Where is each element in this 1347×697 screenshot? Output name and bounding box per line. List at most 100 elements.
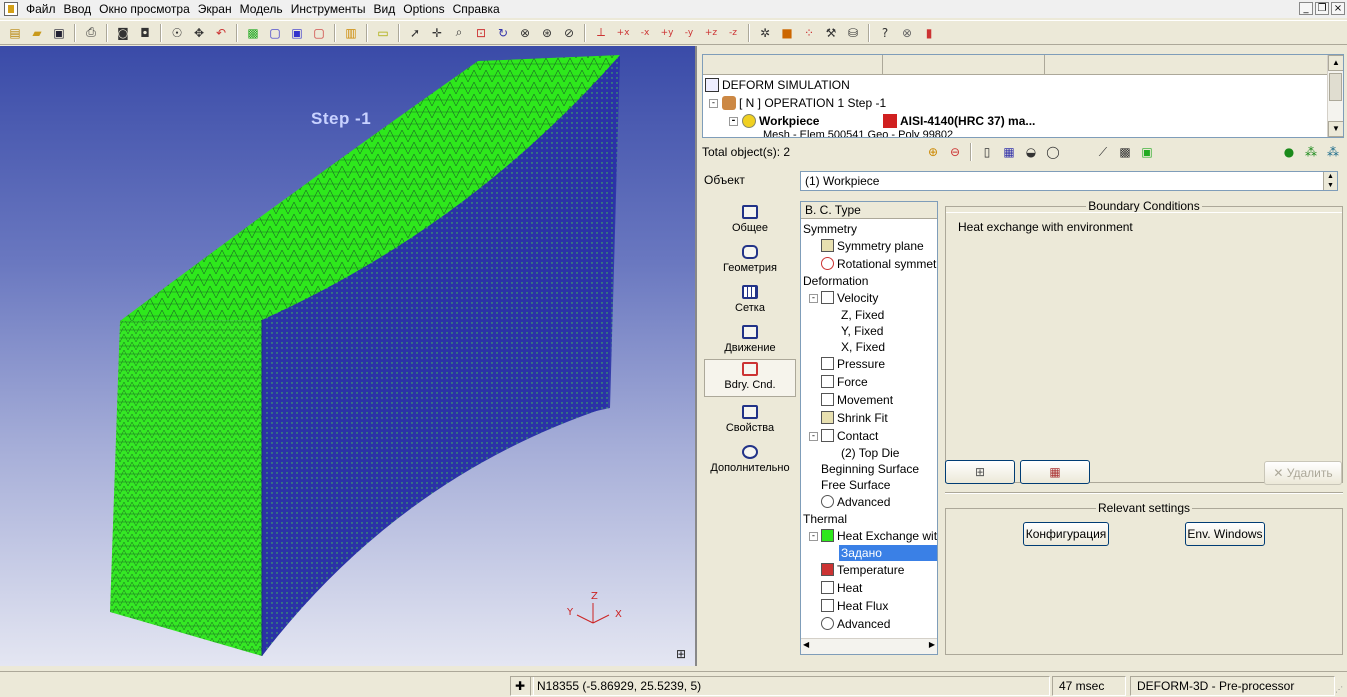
object-select[interactable]: (1) Workpiece ▲ ▼ [800,171,1338,191]
menu-help[interactable]: Справка [449,0,504,18]
bc-symmetry[interactable]: Symmetry [803,221,857,237]
view-plus-y-icon[interactable]: +y [657,23,677,43]
color-icon[interactable]: ■ [777,23,797,43]
view-mesh-icon[interactable]: ▦ [999,142,1019,162]
menu-viewport[interactable]: Окно просмотра [95,0,194,18]
nav-general[interactable]: Общее [704,203,796,241]
settings-icon[interactable]: ✲ [755,23,775,43]
bc-top-die[interactable]: (2) Top Die [841,445,899,461]
add-bc-button[interactable]: ⊞ [945,460,1015,484]
measure-tool-icon[interactable]: ⟋ [1093,142,1113,162]
save-icon[interactable]: ▣ [49,23,69,43]
tree-mesh[interactable]: Mesh - Elem 500541 Geo - Poly 99802 [763,130,953,137]
database-icon[interactable]: ⛁ [843,23,863,43]
check-icon[interactable]: ▣ [1137,142,1157,162]
edit-bc-button[interactable]: ▦ [1020,460,1090,484]
bc-heat-exchange[interactable]: Heat Exchange with [821,528,937,544]
scroll-down-icon[interactable]: ▼ [1328,121,1343,137]
bc-symmetry-plane[interactable]: Symmetry plane [821,238,924,254]
bc-pressure[interactable]: Pressure [821,356,885,372]
new-icon[interactable]: ▤ [5,23,25,43]
tree-operation[interactable]: - [ N ] OPERATION 1 Step -1 [709,95,886,111]
bc-heat[interactable]: Heat [821,580,862,596]
shade-red-icon[interactable]: ▢ [309,23,329,43]
bc-type-tree[interactable]: B. C. Type Symmetry Symmetry plane Rotat… [800,201,938,655]
bc-z-fixed[interactable]: Z, Fixed [841,307,884,323]
collapse-icon[interactable]: - [809,294,818,303]
spin-icon[interactable]: ▲ ▼ [1323,172,1337,190]
scroll-right-icon[interactable]: ▶ [929,640,935,649]
view-plus-z-icon[interactable]: +z [701,23,721,43]
fit-icon[interactable]: ✥ [189,23,209,43]
tree-root[interactable]: DEFORM SIMULATION [705,77,850,93]
delete-object-icon[interactable]: ⊖ [945,142,965,162]
bc-shrink-fit[interactable]: Shrink Fit [821,410,888,426]
shade-blue-icon[interactable]: ▢ [265,23,285,43]
3d-viewport[interactable]: Step -1 Z Y X ⊞ [0,46,697,666]
menu-tools[interactable]: Инструменты [287,0,370,18]
nav-movement[interactable]: Движение [704,323,796,361]
resize-corner-icon[interactable]: ⊞ [676,647,688,661]
bc-x-fixed[interactable]: X, Fixed [841,339,885,355]
view-object-icon[interactable]: ▯ [977,142,997,162]
restore-icon[interactable]: ❐ [1315,2,1329,15]
print-icon[interactable]: ⎙ [81,23,101,43]
snapshot-icon[interactable]: ◘ [135,23,155,43]
bc-beginning-surface[interactable]: Beginning Surface [821,461,919,477]
bc-thermal[interactable]: Thermal [803,511,847,527]
bc-velocity[interactable]: Velocity [821,290,878,306]
add-object-icon[interactable]: ⊕ [923,142,943,162]
pan-icon[interactable]: ✛ [427,23,447,43]
collapse-icon[interactable]: - [729,116,738,126]
rotate-icon[interactable]: ↻ [493,23,513,43]
collapse-icon[interactable]: - [709,98,718,108]
measure-icon[interactable]: ⁘ [799,23,819,43]
view-outline-icon[interactable]: ◯ [1043,142,1063,162]
rotate-z-icon[interactable]: ⊘ [559,23,579,43]
menu-view[interactable]: Вид [370,0,400,18]
bc-advanced-thermal[interactable]: Advanced [821,616,890,632]
menu-options[interactable]: Options [399,0,448,18]
nav-mesh[interactable]: Сетка [704,283,796,321]
bc-contact[interactable]: Contact [821,428,878,444]
menu-file[interactable]: Файл [22,0,60,18]
app-icon[interactable] [4,2,18,16]
resize-grip-icon[interactable]: ⋰ [1335,685,1345,695]
bc-temperature[interactable]: Temperature [821,562,904,578]
close-icon[interactable]: × [1331,2,1345,15]
view-minus-y-icon[interactable]: -y [679,23,699,43]
grid-icon[interactable]: ▩ [1115,142,1135,162]
menu-display[interactable]: Экран [194,0,236,18]
zoom-box-icon[interactable]: ⊡ [471,23,491,43]
select-icon[interactable]: ➚ [405,23,425,43]
object-icon[interactable]: ▥ [341,23,361,43]
help-icon[interactable]: ? [875,23,895,43]
undo-icon[interactable]: ↶ [211,23,231,43]
simulation-tree[interactable]: DEFORM SIMULATION - [ N ] OPERATION 1 St… [702,54,1344,138]
collapse-icon[interactable]: - [809,532,818,541]
delete-button[interactable]: ✕ Удалить [1264,461,1342,485]
scroll-left-icon[interactable]: ◀ [803,640,809,649]
bc-movement[interactable]: Movement [821,392,893,408]
shade-wire-icon[interactable]: ▣ [287,23,307,43]
camera-icon[interactable]: ◙ [113,23,133,43]
nav-geometry[interactable]: Геометрия [704,243,796,281]
open-icon[interactable]: ▰ [27,23,47,43]
stop-icon[interactable]: ⊗ [897,23,917,43]
bc-deformation[interactable]: Deformation [803,273,868,289]
light-icon[interactable]: ☉ [167,23,187,43]
exit-icon[interactable]: ▮ [919,23,939,43]
bc-advanced-deformation[interactable]: Advanced [821,494,890,510]
view-surface-icon[interactable]: ◒ [1021,142,1041,162]
scroll-thumb[interactable] [1329,73,1342,101]
nav-properties[interactable]: Свойства [704,403,796,441]
nav-advanced[interactable]: Дополнительно [704,443,796,481]
shade-green-icon[interactable]: ▩ [243,23,263,43]
bc-y-fixed[interactable]: Y, Fixed [841,323,883,339]
view-plus-x-icon[interactable]: +x [613,23,633,43]
env-windows-button[interactable]: Env. Windows [1185,522,1265,546]
configuration-button[interactable]: Конфигурация [1023,522,1109,546]
zoom-icon[interactable]: ⌕ [449,23,469,43]
menu-model[interactable]: Модель [236,0,287,18]
bc-force[interactable]: Force [821,374,868,390]
